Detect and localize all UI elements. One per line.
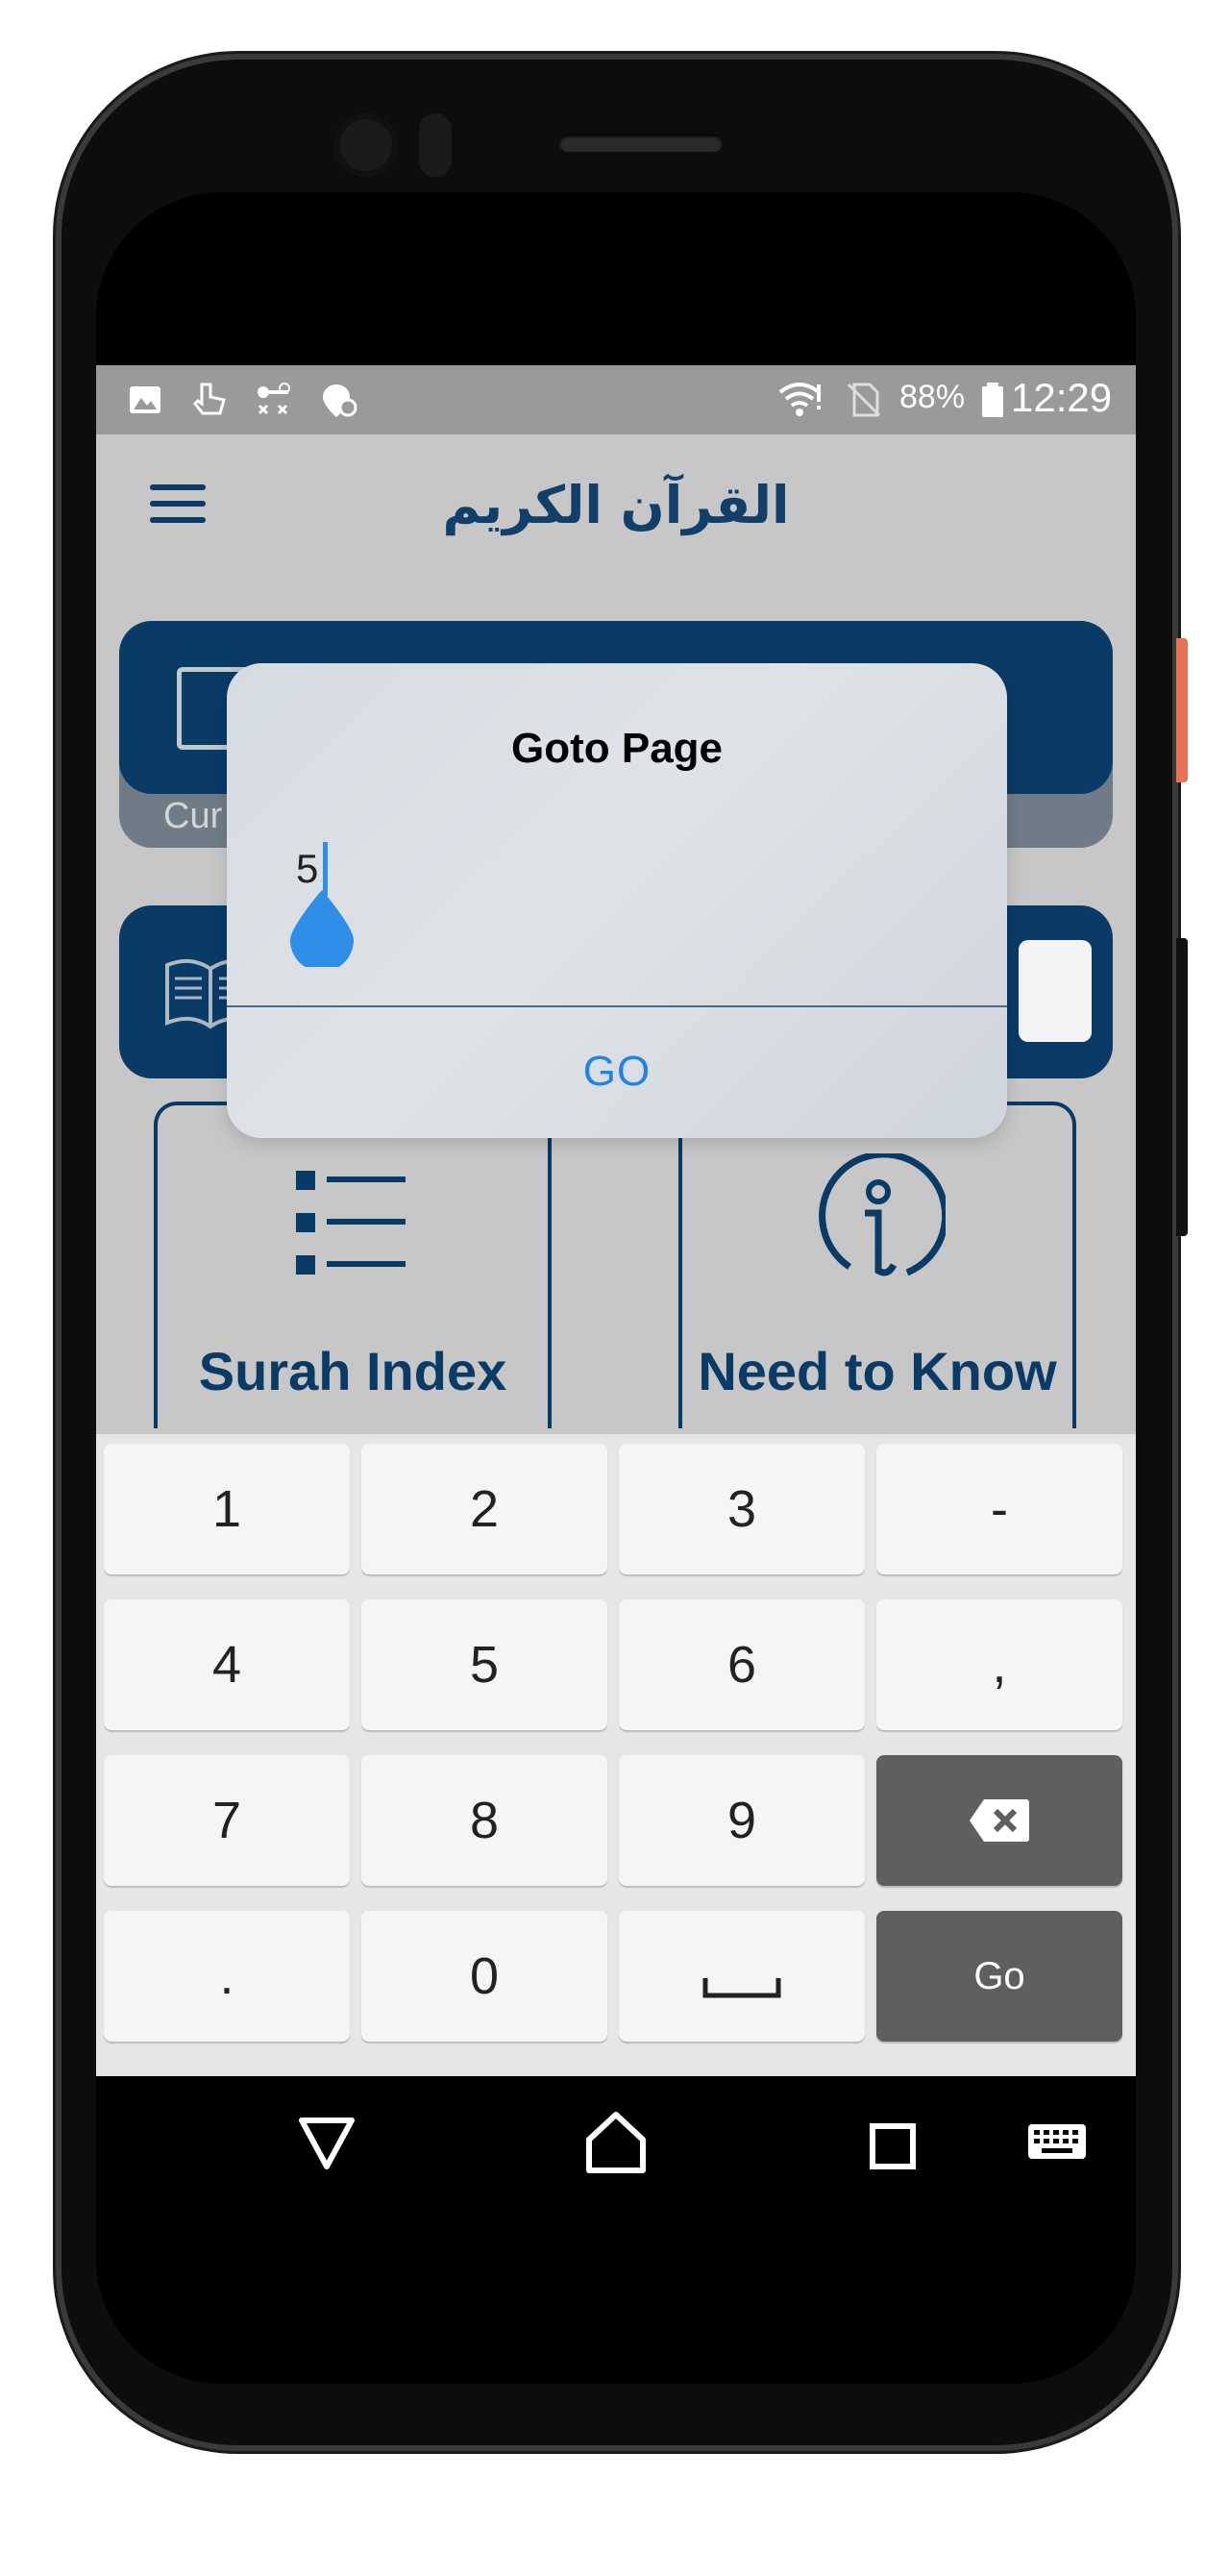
key-0[interactable]: 0 [361, 1911, 607, 2042]
key-6[interactable]: 6 [619, 1599, 865, 1730]
power-button [1176, 638, 1188, 782]
earpiece-speaker [559, 135, 723, 152]
key-7[interactable]: 7 [104, 1755, 350, 1886]
voicemail-icon [254, 381, 294, 419]
key-backspace[interactable] [876, 1755, 1122, 1886]
key-space[interactable] [619, 1911, 865, 2042]
keyboard-icon[interactable] [1026, 2122, 1088, 2161]
app-bar: القرآن الكريم [96, 434, 1136, 579]
volume-button [1176, 938, 1188, 1236]
location-settings-icon [319, 381, 359, 419]
goto-page-dialog: Goto Page GO [227, 663, 1007, 1138]
key-3[interactable]: 3 [619, 1444, 865, 1574]
wifi-icon [776, 381, 821, 419]
key-1[interactable]: 1 [104, 1444, 350, 1574]
battery-percent: 88% [899, 379, 966, 415]
surah-index-tile[interactable]: Surah Index [154, 1102, 552, 1428]
recents-square-icon[interactable] [869, 2122, 917, 2170]
page-number-input[interactable] [296, 840, 959, 898]
backspace-icon [970, 1799, 1029, 1842]
surah-index-label: Surah Index [198, 1341, 507, 1401]
numeric-keyboard: 1 2 3 - 4 5 6 , 7 8 9 . 0 Go [96, 1434, 1136, 2076]
go-button[interactable]: GO [227, 1009, 1007, 1138]
status-bar: 88% 12:29 [96, 365, 1136, 434]
app-title: القرآن الكريم [442, 475, 790, 535]
image-icon [125, 381, 165, 419]
battery-icon [972, 381, 1013, 419]
screen: 88% 12:29 القرآن الكريم Cur Surah Index … [96, 365, 1136, 2076]
key-2[interactable]: 2 [361, 1444, 607, 1574]
list-icon [296, 1171, 406, 1275]
cursor-handle-icon[interactable] [290, 890, 354, 967]
back-triangle-icon[interactable] [298, 2117, 356, 2170]
need-to-know-label: Need to Know [698, 1341, 1057, 1401]
key-comma[interactable]: , [876, 1599, 1122, 1730]
key-period[interactable]: . [104, 1911, 350, 2042]
need-to-know-tile[interactable]: Need to Know [678, 1102, 1076, 1428]
touch-icon [188, 381, 229, 419]
navigation-bar [96, 2076, 1136, 2384]
page-number-field[interactable] [1019, 940, 1092, 1042]
home-icon[interactable] [584, 2111, 648, 2174]
key-8[interactable]: 8 [361, 1755, 607, 1886]
clock: 12:29 [1011, 375, 1113, 420]
no-sim-icon [844, 381, 884, 419]
key-minus[interactable]: - [876, 1444, 1122, 1574]
key-5[interactable]: 5 [361, 1599, 607, 1730]
front-camera [334, 113, 398, 177]
dialog-divider [227, 1005, 1007, 1007]
key-go[interactable]: Go [876, 1911, 1122, 2042]
current-page-label: Cur [163, 796, 223, 836]
key-4[interactable]: 4 [104, 1599, 350, 1730]
space-bar-icon [702, 1978, 781, 1998]
proximity-sensor [419, 113, 452, 177]
text-cursor [323, 842, 328, 896]
dialog-title: Goto Page [510, 725, 724, 772]
key-9[interactable]: 9 [619, 1755, 865, 1886]
info-icon [819, 1153, 946, 1276]
